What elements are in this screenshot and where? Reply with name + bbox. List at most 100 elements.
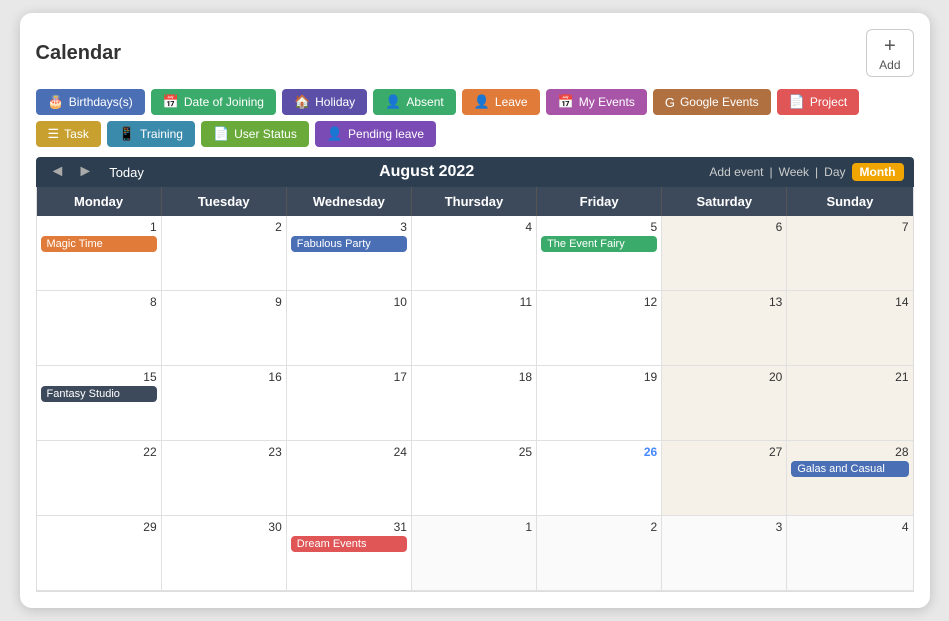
table-row[interactable]: 6 (662, 216, 787, 291)
pending-leave-label: Pending leave (348, 127, 424, 141)
list-item[interactable]: Galas and Casual (791, 461, 908, 477)
filter-date-of-joining[interactable]: 📅Date of Joining (151, 89, 276, 115)
table-row[interactable]: 12 (537, 291, 662, 366)
add-button[interactable]: + Add (866, 29, 913, 77)
day-num-1-3: 11 (416, 295, 532, 309)
day-num-4-5: 3 (666, 520, 782, 534)
calendar-grid: MondayTuesdayWednesdayThursdayFridaySatu… (36, 187, 914, 592)
add-event-link[interactable]: Add event (709, 165, 763, 179)
add-label: Add (879, 58, 900, 72)
date-of-joining-label: Date of Joining (184, 95, 264, 109)
table-row[interactable]: 1 (412, 516, 537, 591)
table-row[interactable]: 9 (162, 291, 287, 366)
table-row[interactable]: 30 (162, 516, 287, 591)
table-row[interactable]: 1Magic Time (37, 216, 162, 291)
month-badge[interactable]: Month (852, 163, 904, 181)
holiday-label: Holiday (315, 95, 355, 109)
google-events-icon: G (665, 95, 675, 110)
day-num-2-5: 20 (666, 370, 782, 384)
day-num-1-2: 10 (291, 295, 407, 309)
day-header-wednesday: Wednesday (287, 187, 412, 216)
table-row[interactable]: 16 (162, 366, 287, 441)
table-row[interactable]: 15 Fantasy Studio (37, 366, 162, 441)
table-row[interactable]: 26 (537, 441, 662, 516)
table-row[interactable]: 29 (37, 516, 162, 591)
filter-birthdays[interactable]: 🎂Birthdays(s) (36, 89, 145, 115)
training-icon: 📱 (119, 126, 135, 142)
day-num-1-6: 14 (791, 295, 908, 309)
today-button[interactable]: Today (109, 165, 144, 180)
day-num-2-6: 21 (791, 370, 908, 384)
list-item[interactable]: The Event Fairy (541, 236, 657, 252)
day-num-3-4: 26 (541, 445, 657, 459)
table-row[interactable]: 18 (412, 366, 537, 441)
table-row[interactable]: 4 (787, 516, 912, 591)
task-icon: ☰ (48, 126, 60, 142)
table-row[interactable]: 14 (787, 291, 912, 366)
table-row[interactable]: 23 (162, 441, 287, 516)
table-row[interactable]: 27 (662, 441, 787, 516)
day-num-4-4: 2 (541, 520, 657, 534)
list-item[interactable]: Dream Events (291, 536, 407, 552)
table-row[interactable]: 13 (662, 291, 787, 366)
table-row[interactable]: 28Galas and Casual (787, 441, 912, 516)
table-row[interactable]: 17 (287, 366, 412, 441)
table-row[interactable]: 25 (412, 441, 537, 516)
filter-training[interactable]: 📱 Training (107, 121, 195, 147)
filter-task[interactable]: ☰Task (36, 121, 101, 147)
day-num-0-5: 6 (666, 220, 782, 234)
nav-arrows: ◄ ► Today (46, 163, 144, 181)
training-label: Training (140, 127, 183, 141)
table-row[interactable]: 22 (37, 441, 162, 516)
filter-my-events[interactable]: 📅My Events (546, 89, 647, 115)
project-label: Project (810, 95, 847, 109)
list-item[interactable]: Fantasy Studio (41, 386, 157, 402)
table-row[interactable]: 7 (787, 216, 912, 291)
day-num-3-2: 24 (291, 445, 407, 459)
day-num-3-1: 23 (166, 445, 282, 459)
calendar-body: 1Magic Time23Fabulous Party45The Event F… (37, 216, 913, 591)
table-row[interactable]: 3Fabulous Party (287, 216, 412, 291)
filter-project[interactable]: 📄Project (777, 89, 860, 115)
table-row[interactable]: 31 Dream Events (287, 516, 412, 591)
table-row[interactable]: 4 (412, 216, 537, 291)
table-row[interactable]: 8 (37, 291, 162, 366)
days-header: MondayTuesdayWednesdayThursdayFridaySatu… (37, 187, 913, 216)
day-num-4-2: 31 (291, 520, 407, 534)
google-events-label: Google Events (680, 95, 759, 109)
day-num-2-0: 15 (41, 370, 157, 384)
day-num-1-1: 9 (166, 295, 282, 309)
day-num-3-3: 25 (416, 445, 532, 459)
filter-pending-leave[interactable]: 👤Pending leave (315, 121, 436, 147)
table-row[interactable]: 11 (412, 291, 537, 366)
next-button[interactable]: ► (73, 163, 97, 181)
day-num-4-3: 1 (416, 520, 532, 534)
calendar-container: Calendar + Add 🎂Birthdays(s)📅Date of Joi… (20, 13, 930, 608)
table-row[interactable]: 10 (287, 291, 412, 366)
table-row[interactable]: 2 (537, 516, 662, 591)
table-row[interactable]: 2 (162, 216, 287, 291)
list-item[interactable]: Magic Time (41, 236, 157, 252)
table-row[interactable]: 19 (537, 366, 662, 441)
day-num-2-2: 17 (291, 370, 407, 384)
filter-holiday[interactable]: 🏠Holiday (282, 89, 367, 115)
birthdays-icon: 🎂 (48, 94, 64, 110)
filter-user-status[interactable]: 📄User Status (201, 121, 309, 147)
filter-google-events[interactable]: G Google Events (653, 89, 771, 115)
list-item[interactable]: Fabulous Party (291, 236, 407, 252)
filter-absent[interactable]: 👤Absent (373, 89, 456, 115)
week-link[interactable]: Week (779, 165, 809, 179)
table-row[interactable]: 21 (787, 366, 912, 441)
table-row[interactable]: 20 (662, 366, 787, 441)
table-row[interactable]: 3 (662, 516, 787, 591)
prev-button[interactable]: ◄ (46, 163, 70, 181)
day-num-2-3: 18 (416, 370, 532, 384)
filter-leave[interactable]: 👤Leave (462, 89, 540, 115)
filters-row: 🎂Birthdays(s)📅Date of Joining🏠Holiday👤Ab… (36, 89, 914, 147)
month-title: August 2022 (379, 163, 474, 181)
day-link[interactable]: Day (824, 165, 845, 179)
nav-separator: | (769, 165, 772, 179)
table-row[interactable]: 5The Event Fairy (537, 216, 662, 291)
day-num-4-0: 29 (41, 520, 157, 534)
table-row[interactable]: 24 (287, 441, 412, 516)
